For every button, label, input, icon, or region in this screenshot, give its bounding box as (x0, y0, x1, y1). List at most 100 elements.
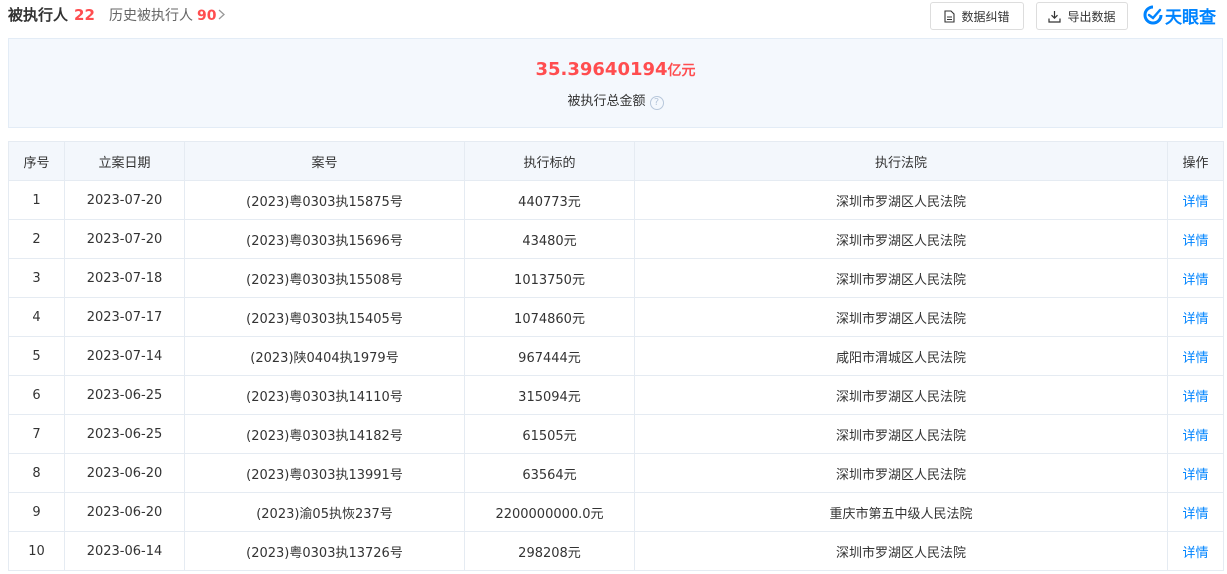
tianyancha-logo-icon (1143, 5, 1163, 25)
total-amount-value: 35.39640194 (535, 59, 668, 80)
tab-executed-person-count: 22 (74, 6, 95, 24)
details-link[interactable]: 详情 (1167, 375, 1224, 415)
logo-text: 天眼查 (1165, 7, 1216, 28)
details-link[interactable]: 详情 (1167, 453, 1224, 493)
cell-index: 2 (8, 219, 65, 259)
cell-case-number: (2023)粤0303执13991号 (184, 453, 465, 493)
details-link[interactable]: 详情 (1167, 414, 1224, 454)
details-link[interactable]: 详情 (1167, 492, 1224, 532)
cell-court: 深圳市罗湖区人民法院 (634, 453, 1168, 493)
export-data-button[interactable]: 导出数据 (1036, 2, 1128, 30)
cell-filing-date: 2023-06-20 (64, 492, 185, 532)
table-row: 8 2023-06-20 (2023)粤0303执13991号 63564元 深… (8, 453, 1224, 493)
cell-case-number: (2023)粤0303执15508号 (184, 258, 465, 298)
cell-case-number: (2023)粤0303执13726号 (184, 531, 465, 571)
column-header-index: 序号 (8, 141, 65, 181)
cell-filing-date: 2023-07-20 (64, 180, 185, 220)
column-header-case-number: 案号 (184, 141, 465, 181)
cell-case-number: (2023)渝05执恢237号 (184, 492, 465, 532)
data-correction-label: 数据纠错 (961, 9, 1010, 24)
cell-index: 1 (8, 180, 65, 220)
cell-case-number: (2023)粤0303执15405号 (184, 297, 465, 337)
cell-court: 深圳市罗湖区人民法院 (634, 219, 1168, 259)
cell-filing-date: 2023-06-25 (64, 375, 185, 415)
download-icon (1048, 10, 1062, 23)
details-link[interactable]: 详情 (1167, 336, 1224, 376)
top-bar: 被执行人 22 历史被执行人 90 数据纠错 导出数据 天眼查 (0, 0, 1227, 32)
table-row: 7 2023-06-25 (2023)粤0303执14182号 61505元 深… (8, 414, 1224, 454)
cell-execution-amount: 1074860元 (464, 297, 635, 337)
table-row: 4 2023-07-17 (2023)粤0303执15405号 1074860元… (8, 297, 1224, 337)
tab-executed-person[interactable]: 被执行人 22 (8, 4, 95, 25)
cell-index: 8 (8, 453, 65, 493)
cell-court: 深圳市罗湖区人民法院 (634, 180, 1168, 220)
cell-court: 咸阳市渭城区人民法院 (634, 336, 1168, 376)
tab-history-executed-person[interactable]: 历史被执行人 90 (109, 5, 226, 25)
column-header-execution-amount: 执行标的 (464, 141, 635, 181)
total-amount-summary: 35.39640194亿元 被执行总金额? (8, 38, 1223, 128)
cell-execution-amount: 440773元 (464, 180, 635, 220)
cell-index: 4 (8, 297, 65, 337)
cell-filing-date: 2023-07-14 (64, 336, 185, 376)
cell-case-number: (2023)陕0404执1979号 (184, 336, 465, 376)
total-amount: 35.39640194亿元 (9, 59, 1222, 80)
cell-case-number: (2023)粤0303执15696号 (184, 219, 465, 259)
tab-history-count: 90 (197, 8, 217, 24)
cell-court: 深圳市罗湖区人民法院 (634, 531, 1168, 571)
cell-filing-date: 2023-06-14 (64, 531, 185, 571)
cell-filing-date: 2023-07-17 (64, 297, 185, 337)
document-icon (944, 9, 956, 23)
details-link[interactable]: 详情 (1167, 180, 1224, 220)
chevron-right-icon (218, 9, 226, 24)
cell-index: 5 (8, 336, 65, 376)
cell-court: 重庆市第五中级人民法院 (634, 492, 1168, 532)
cell-filing-date: 2023-06-25 (64, 414, 185, 454)
table-row: 5 2023-07-14 (2023)陕0404执1979号 967444元 咸… (8, 336, 1224, 376)
details-link[interactable]: 详情 (1167, 531, 1224, 571)
details-link[interactable]: 详情 (1167, 297, 1224, 337)
cell-execution-amount: 967444元 (464, 336, 635, 376)
total-amount-unit: 亿元 (667, 63, 696, 79)
cell-case-number: (2023)粤0303执15875号 (184, 180, 465, 220)
cell-execution-amount: 63564元 (464, 453, 635, 493)
cell-filing-date: 2023-07-18 (64, 258, 185, 298)
cell-execution-amount: 61505元 (464, 414, 635, 454)
column-header-filing-date: 立案日期 (64, 141, 185, 181)
table-row: 3 2023-07-18 (2023)粤0303执15508号 1013750元… (8, 258, 1224, 298)
cell-index: 9 (8, 492, 65, 532)
table-row: 9 2023-06-20 (2023)渝05执恢237号 2200000000.… (8, 492, 1224, 532)
column-header-action: 操作 (1167, 141, 1224, 181)
tab-history-label: 历史被执行人 (109, 8, 193, 24)
total-amount-label-row: 被执行总金额? (9, 90, 1222, 110)
cell-index: 6 (8, 375, 65, 415)
executed-cases-table: 序号 立案日期 案号 执行标的 执行法院 操作 1 2023-07-20 (20… (8, 141, 1224, 571)
table-row: 6 2023-06-25 (2023)粤0303执14110号 315094元 … (8, 375, 1224, 415)
tianyancha-logo: 天眼查 (1143, 4, 1216, 28)
table-row: 1 2023-07-20 (2023)粤0303执15875号 440773元 … (8, 180, 1224, 220)
data-correction-button[interactable]: 数据纠错 (930, 2, 1024, 30)
cell-index: 10 (8, 531, 65, 571)
details-link[interactable]: 详情 (1167, 258, 1224, 298)
column-header-court: 执行法院 (634, 141, 1168, 181)
cell-filing-date: 2023-07-20 (64, 219, 185, 259)
question-icon[interactable]: ? (649, 96, 664, 110)
cell-index: 3 (8, 258, 65, 298)
cell-execution-amount: 315094元 (464, 375, 635, 415)
cell-case-number: (2023)粤0303执14110号 (184, 375, 465, 415)
export-data-label: 导出数据 (1067, 9, 1116, 24)
cell-filing-date: 2023-06-20 (64, 453, 185, 493)
cell-case-number: (2023)粤0303执14182号 (184, 414, 465, 454)
total-amount-label: 被执行总金额 (567, 94, 646, 109)
cell-execution-amount: 1013750元 (464, 258, 635, 298)
cell-index: 7 (8, 414, 65, 454)
details-link[interactable]: 详情 (1167, 219, 1224, 259)
table-row: 10 2023-06-14 (2023)粤0303执13726号 298208元… (8, 531, 1224, 571)
tab-executed-person-label: 被执行人 (8, 6, 69, 24)
cell-court: 深圳市罗湖区人民法院 (634, 258, 1168, 298)
cell-court: 深圳市罗湖区人民法院 (634, 375, 1168, 415)
table-header-row: 序号 立案日期 案号 执行标的 执行法院 操作 (8, 141, 1224, 181)
table-row: 2 2023-07-20 (2023)粤0303执15696号 43480元 深… (8, 219, 1224, 259)
cell-court: 深圳市罗湖区人民法院 (634, 297, 1168, 337)
cell-execution-amount: 2200000000.0元 (464, 492, 635, 532)
cell-execution-amount: 43480元 (464, 219, 635, 259)
